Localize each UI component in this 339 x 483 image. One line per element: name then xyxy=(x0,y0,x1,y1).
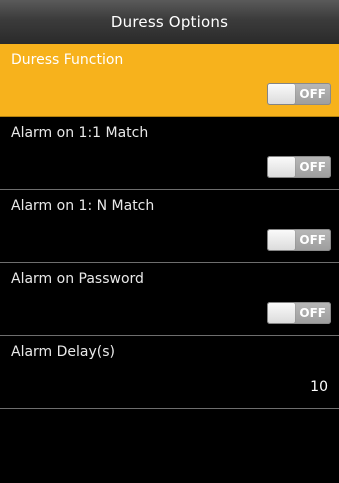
options-list: Duress Function OFF Alarm on 1:1 Match O… xyxy=(0,44,339,409)
toggle-state-label: OFF xyxy=(299,233,326,247)
toggle-knob xyxy=(268,230,295,250)
option-duress-function[interactable]: Duress Function OFF xyxy=(0,44,339,117)
toggle-knob xyxy=(268,84,295,104)
option-label: Alarm Delay(s) xyxy=(11,344,116,360)
toggle-knob xyxy=(268,157,295,177)
alarm-1-n-match-toggle[interactable]: OFF xyxy=(267,229,331,251)
toggle-state-label: OFF xyxy=(299,160,326,174)
option-alarm-on-password[interactable]: Alarm on Password OFF xyxy=(0,263,339,336)
option-alarm-on-1-1-match[interactable]: Alarm on 1:1 Match OFF xyxy=(0,117,339,190)
option-label: Alarm on 1:1 Match xyxy=(11,125,149,141)
alarm-delay-value: 10 xyxy=(310,379,328,395)
title-bar: Duress Options xyxy=(0,0,339,45)
toggle-knob xyxy=(268,303,295,323)
toggle-state-label: OFF xyxy=(299,306,326,320)
duress-function-toggle[interactable]: OFF xyxy=(267,83,331,105)
alarm-1-1-match-toggle[interactable]: OFF xyxy=(267,156,331,178)
option-label: Duress Function xyxy=(11,52,124,68)
toggle-state-label: OFF xyxy=(299,87,326,101)
alarm-on-password-toggle[interactable]: OFF xyxy=(267,302,331,324)
option-alarm-on-1-n-match[interactable]: Alarm on 1: N Match OFF xyxy=(0,190,339,263)
option-alarm-delay[interactable]: Alarm Delay(s) 10 xyxy=(0,336,339,409)
option-label: Alarm on 1: N Match xyxy=(11,198,155,214)
page-title: Duress Options xyxy=(110,13,229,31)
duress-options-screen: Duress Options Duress Function OFF Alarm… xyxy=(0,0,339,483)
option-label: Alarm on Password xyxy=(11,271,144,287)
